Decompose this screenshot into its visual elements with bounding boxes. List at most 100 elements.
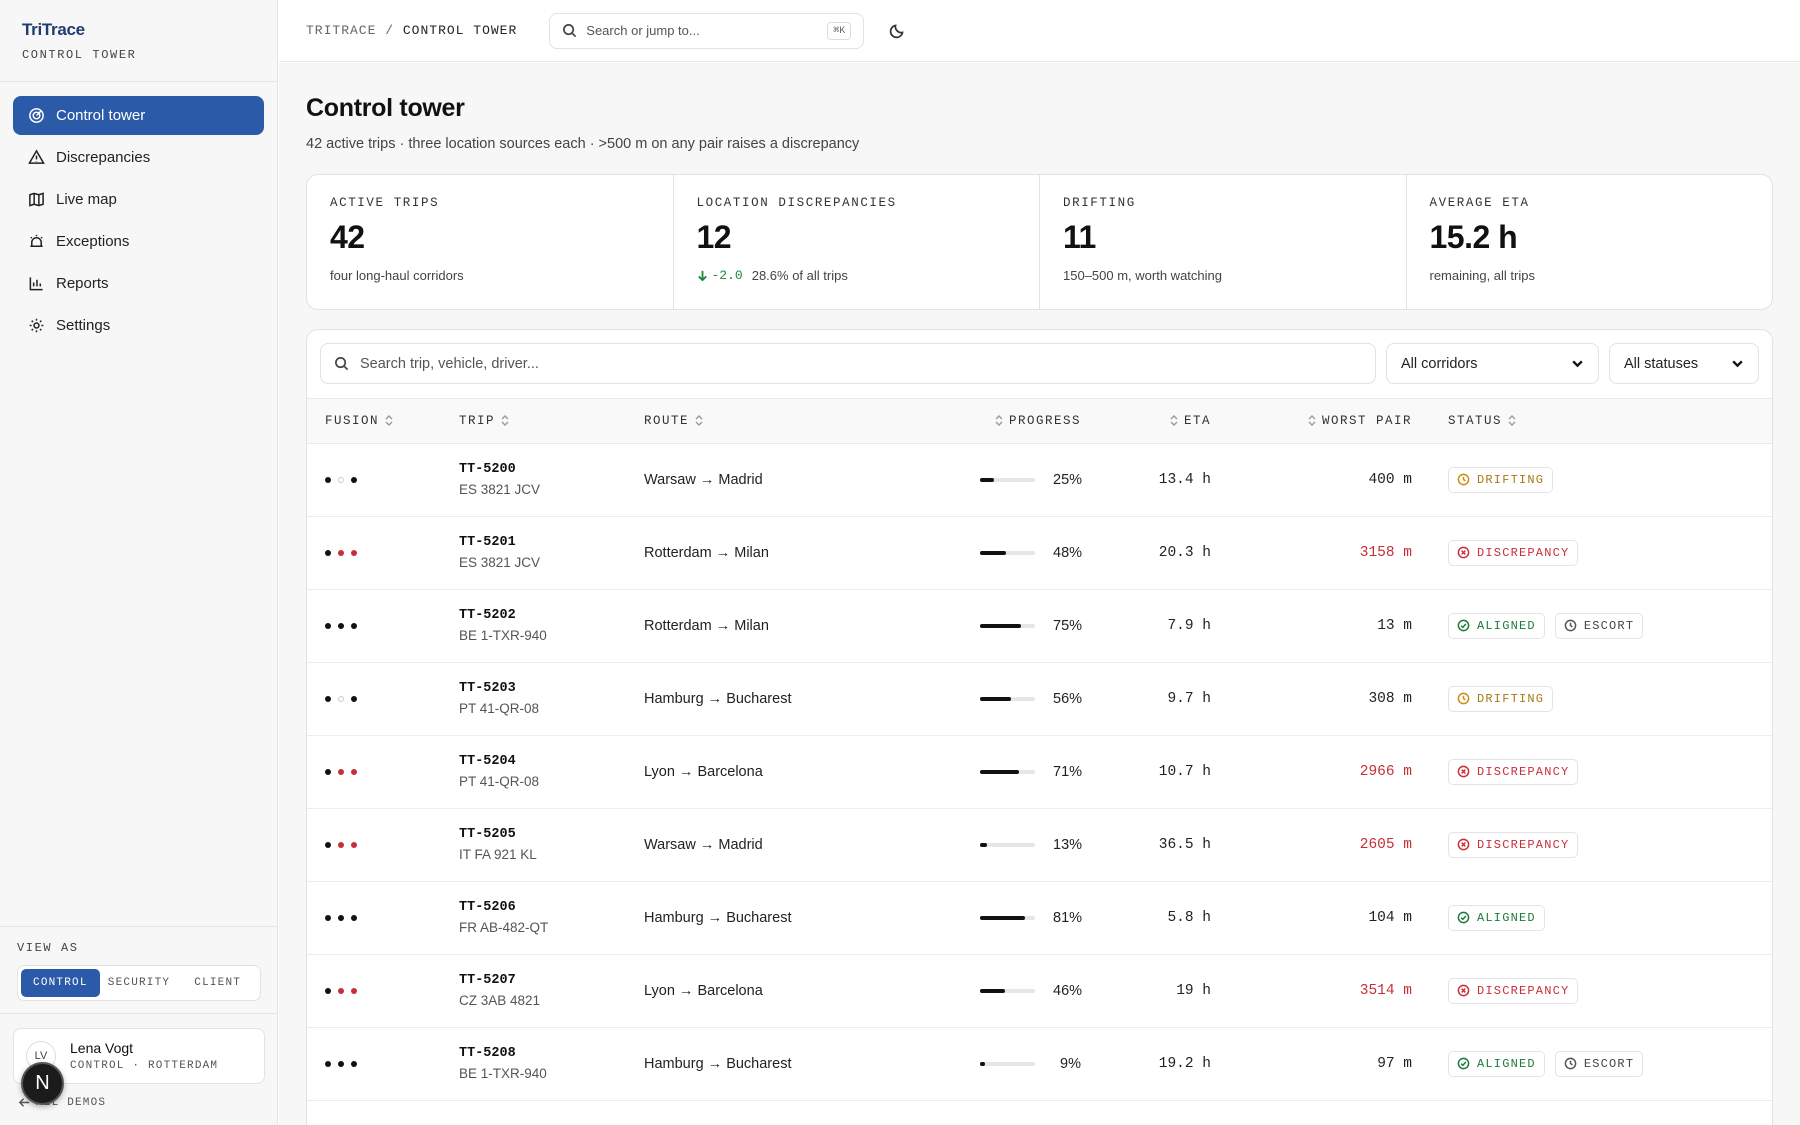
sidebar-item-exceptions[interactable]: Exceptions [13,222,264,261]
status-select[interactable]: All statuses [1609,343,1759,384]
trip-search-input[interactable]: Search trip, vehicle, driver... [320,343,1376,384]
vehicle-plate: PT 41-QR-08 [459,701,540,716]
fusion-source-dot [351,914,357,921]
worst-pair-distance: 97 m [1377,1055,1412,1072]
status-badge: DISCREPANCY [1448,831,1579,858]
table-row[interactable]: TT-5204 PT 41-QR-08 Lyon → Barcelona 71% 10.… [307,735,1772,808]
view-as-security-button[interactable]: SECURITY [100,969,179,997]
fusion-source-dot [325,695,331,702]
fusion-source-dot [325,841,331,848]
trip-id[interactable]: TT-5208 [459,1046,644,1061]
fusion-source-dot [325,476,331,483]
sidebar-item-discrepancies[interactable]: Discrepancies [13,138,264,177]
table-row[interactable]: TT-5202 BE 1-TXR-940 Rotterdam → Milan 75% 7… [307,589,1772,662]
fusion-source-dot [325,549,331,556]
progress-percent: 56% [1053,690,1083,707]
fusion-source-dot [325,622,331,629]
sidebar-item-control-tower[interactable]: Control tower [13,96,264,135]
table-body: TT-5200 ES 3821 JCV Warsaw → Madrid 25% 13.4… [307,443,1772,1100]
theme-toggle-button[interactable] [888,22,906,40]
table-row[interactable]: TT-5201 ES 3821 JCV Rotterdam → Milan 48% 20… [307,516,1772,589]
global-search-input[interactable]: Search or jump to... ⌘K [549,12,865,49]
stat-note: 28.6% of all trips [751,268,848,283]
sidebar-item-live-map[interactable]: Live map [13,180,264,219]
table-row[interactable]: TT-5206 FR AB-482-QT Hamburg → Bucharest 81… [307,881,1772,954]
progress-percent: 48% [1053,544,1083,561]
discrepancy-icon [1457,546,1470,559]
column-header-progress[interactable]: PROGRESS [964,399,1081,443]
progress-percent: 46% [1053,982,1083,999]
trip-id[interactable]: TT-5203 [459,681,644,696]
progress-percent: 71% [1053,763,1083,780]
assistant-fab-button[interactable]: N [21,1062,64,1105]
trip-id[interactable]: TT-5202 [459,608,644,623]
column-header-trip[interactable]: TRIP [459,399,644,443]
eta: 20.3 h [1158,544,1211,561]
sort-icon [501,414,509,426]
view-as-control-button[interactable]: CONTROL [21,969,100,997]
global-search-placeholder: Search or jump to... [586,23,700,38]
table-row[interactable]: TT-5203 PT 41-QR-08 Hamburg → Bucharest 56%… [307,662,1772,735]
worst-pair-distance: 400 m [1368,471,1412,488]
column-header-worst-pair[interactable]: WORST PAIR [1211,399,1412,443]
corridor-select[interactable]: All corridors [1386,343,1599,384]
progress-bar [980,842,1035,847]
stat-average-eta: AVERAGE ETA 15.2 h remaining, all trips [1407,175,1773,309]
trip-search-placeholder: Search trip, vehicle, driver... [360,355,539,372]
vehicle-plate: CZ 3AB 4821 [459,993,541,1008]
brand: TriTrace CONTROL TOWER [0,0,277,82]
route: Rotterdam → Milan [644,544,769,561]
trip-id[interactable]: TT-5205 [459,827,644,842]
search-shortcut: ⌘K [827,21,852,40]
sidebar-item-settings[interactable]: Settings [13,306,264,345]
breadcrumb-root[interactable]: TRITRACE [306,23,376,38]
fusion-source-dot [338,1060,344,1067]
breadcrumb: TRITRACE / CONTROL TOWER [306,23,517,38]
stat-drifting: DRIFTING 11 150–500 m, worth watching [1040,175,1407,309]
progress-percent: 81% [1053,909,1083,926]
table-row[interactable]: TT-5200 ES 3821 JCV Warsaw → Madrid 25% 13.4… [307,443,1772,516]
view-as: VIEW AS CONTROL SECURITY CLIENT [0,926,278,1017]
sidebar-item-reports[interactable]: Reports [13,264,264,303]
chevron-down-icon [1732,360,1743,368]
stat-active-trips: ACTIVE TRIPS 42 four long-haul corridors [307,175,674,309]
trip-id[interactable]: TT-5204 [459,754,644,769]
app-logo[interactable]: TriTrace [22,20,255,40]
eta: 7.9 h [1167,617,1211,634]
trip-id[interactable]: TT-5206 [459,900,644,915]
aligned-icon [1457,911,1470,924]
stat-label: DRIFTING [1063,196,1136,210]
trip-id[interactable]: TT-5201 [459,535,644,550]
stat-label: ACTIVE TRIPS [330,196,440,210]
column-header-eta[interactable]: ETA [1081,399,1211,443]
route: Lyon → Barcelona [644,763,763,780]
trip-id[interactable]: TT-5207 [459,973,644,988]
column-header-status[interactable]: STATUS [1412,399,1772,443]
worst-pair-distance: 3158 m [1359,544,1412,561]
gear-icon [27,317,45,335]
sidebar-item-label: Control tower [56,107,146,124]
aligned-icon [1457,619,1470,632]
trips-table-card: Search trip, vehicle, driver... All corr… [306,329,1773,1125]
eta: 10.7 h [1158,763,1211,780]
breadcrumb-separator: / [385,23,395,38]
column-header-fusion[interactable]: FUSION [307,399,459,443]
progress-bar [980,1061,1035,1066]
trip-id[interactable]: TT-5200 [459,462,644,477]
stat-label: AVERAGE ETA [1429,196,1530,210]
fusion-source-dot [338,914,344,921]
column-header-route[interactable]: ROUTE [644,399,964,443]
sort-icon [995,414,1003,426]
route: Lyon → Barcelona [644,982,763,999]
view-as-client-button[interactable]: CLIENT [178,969,257,997]
table-row[interactable]: TT-5208 BE 1-TXR-940 Hamburg → Bucharest 9%… [307,1027,1772,1100]
fusion-source-dot [351,987,357,994]
table-row[interactable]: TT-5207 CZ 3AB 4821 Lyon → Barcelona 46% 19 … [307,954,1772,1027]
sidebar-item-label: Live map [56,191,117,208]
route: Warsaw → Madrid [644,836,763,853]
worst-pair-distance: 2966 m [1359,763,1412,780]
sidebar-nav: Control tower Discrepancies Live map Except… [0,82,277,362]
table-row[interactable]: TT-5205 IT FA 921 KL Warsaw → Madrid 13% 36.… [307,808,1772,881]
vehicle-plate: ES 3821 JCV [459,555,541,570]
stat-value: 11 [1063,219,1096,255]
